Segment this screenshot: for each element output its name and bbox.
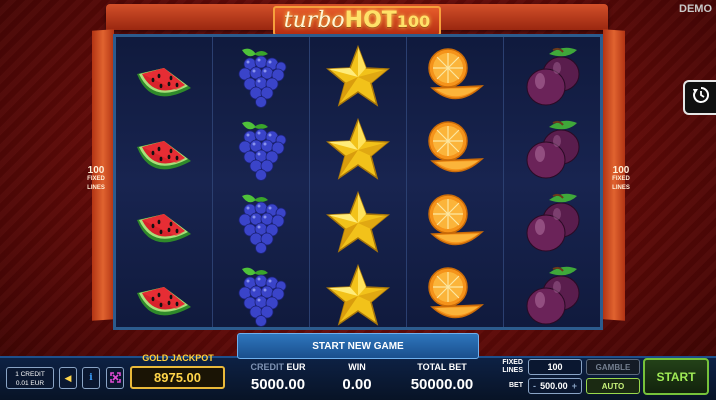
fullscreen-icon (109, 371, 121, 385)
reel-area[interactable] (113, 34, 603, 330)
reel-4 (407, 37, 504, 327)
grapes-symbol (213, 186, 309, 259)
bet-decrease-button[interactable]: - (533, 381, 536, 391)
start-new-game-button[interactable]: START NEW GAME (237, 333, 479, 359)
gamble-button[interactable]: GAMBLE (586, 359, 640, 375)
start-button[interactable]: START (643, 358, 709, 395)
plum-symbol (504, 113, 600, 186)
orange-symbol (407, 40, 503, 113)
total-bet-value: 50000.00 (410, 376, 474, 393)
orange-symbol (407, 259, 503, 332)
plum-symbol (504, 40, 600, 113)
plum-symbol (504, 259, 600, 332)
grapes-symbol (213, 259, 309, 332)
plum-symbol (504, 186, 600, 259)
fixed-lines-word2: LINES (87, 185, 105, 191)
demo-label: DEMO (679, 3, 712, 15)
orange-symbol (407, 186, 503, 259)
fixed-lines-indicator-left: 100 FIXED LINES (84, 166, 108, 193)
fixed-lines-word1: FIXED (87, 176, 105, 182)
credit-label-word: CREDIT (250, 362, 284, 372)
replay-button[interactable] (683, 80, 716, 115)
grapes-symbol (213, 113, 309, 186)
fixed-lines-word2: LINES (612, 185, 630, 191)
grapes-symbol (213, 40, 309, 113)
star-symbol (310, 186, 406, 259)
bet-label: BET (509, 382, 523, 389)
fixed-lines-number: 100 (612, 165, 630, 176)
credit-denomination-line1: 1 CREDIT (15, 371, 45, 378)
logo-word-turbo: turbo (283, 8, 345, 33)
fullscreen-button[interactable] (106, 367, 124, 389)
fixed-lines-label: FIXED LINES (497, 359, 523, 375)
reel-5 (504, 37, 600, 327)
info-icon: i (89, 373, 93, 383)
reel-1 (116, 37, 213, 327)
star-symbol (310, 40, 406, 113)
fixed-lines-label-word1: FIXED (502, 359, 523, 366)
game-logo: turboHOT100 (273, 6, 441, 36)
bet-selector[interactable]: - 500.00 + (528, 378, 582, 394)
sound-button[interactable]: ◀ (59, 367, 77, 389)
gold-jackpot-label: GOLD JACKPOT (142, 353, 214, 363)
fixed-lines-word1: FIXED (612, 176, 630, 182)
watermelon-symbol (116, 113, 212, 186)
watermelon-symbol (116, 186, 212, 259)
fixed-lines-value: 100 (528, 359, 582, 375)
logo-number: 100 (396, 12, 431, 31)
logo-word-hot: HOT (344, 8, 397, 33)
credit-currency: EUR (286, 362, 306, 372)
credit-denomination-button[interactable]: 1 CREDIT 0.01 EUR (6, 367, 54, 389)
info-button[interactable]: i (82, 367, 100, 389)
star-symbol (310, 259, 406, 332)
auto-button[interactable]: AUTO (586, 378, 640, 394)
gold-jackpot-value: 8975.00 (130, 366, 225, 389)
win-value: 0.00 (342, 376, 372, 393)
orange-symbol (407, 113, 503, 186)
replay-icon (692, 86, 710, 109)
star-symbol (310, 113, 406, 186)
win-label: WIN (348, 362, 366, 372)
bet-increase-button[interactable]: + (572, 381, 577, 391)
total-bet-label: TOTAL BET (417, 362, 467, 372)
watermelon-symbol (116, 40, 212, 113)
credit-label: CREDIT EUR (248, 362, 308, 372)
reel-3 (310, 37, 407, 327)
fixed-lines-indicator-right: 100 FIXED LINES (609, 166, 633, 193)
speaker-icon: ◀ (64, 372, 72, 383)
fixed-lines-label-word2: LINES (502, 367, 523, 374)
bet-value: 500.00 (540, 381, 568, 391)
fixed-lines-number: 100 (87, 165, 105, 176)
credit-denomination-line2: 0.01 EUR (15, 380, 45, 387)
reel-2 (213, 37, 310, 327)
watermelon-symbol (116, 259, 212, 332)
credit-value: 5000.00 (250, 376, 306, 393)
